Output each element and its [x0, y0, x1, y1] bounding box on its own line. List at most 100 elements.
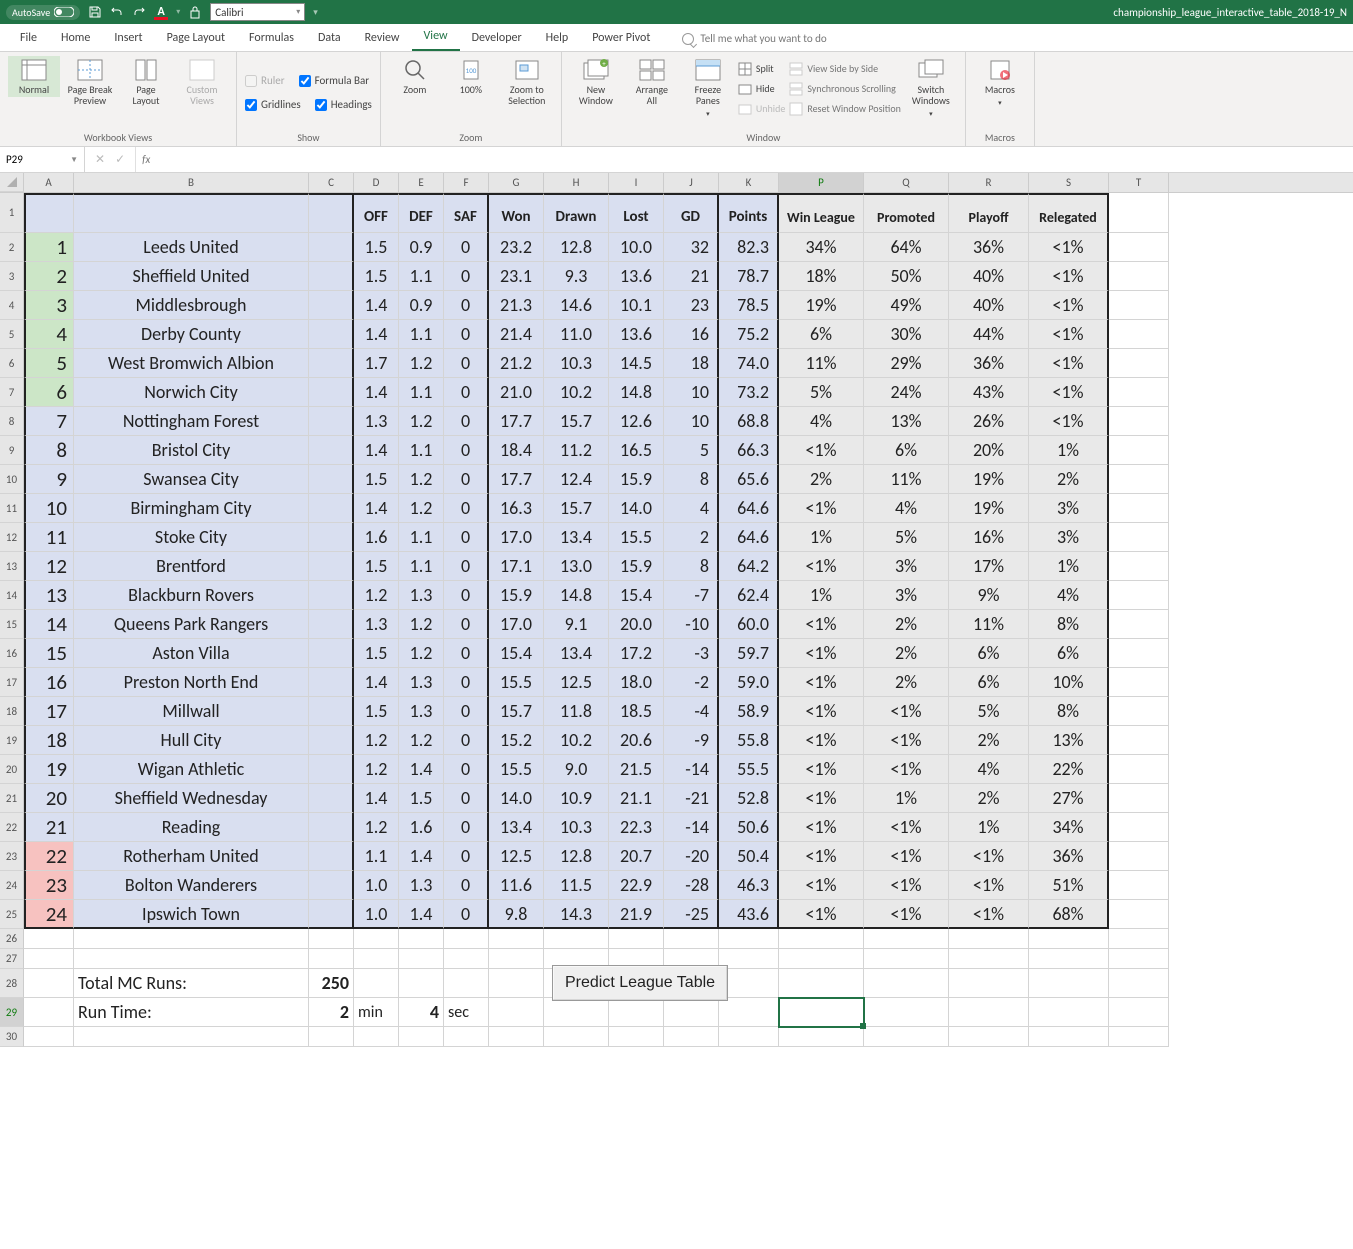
- def-cell[interactable]: 1.6: [399, 813, 444, 842]
- points-cell[interactable]: 82.3: [719, 233, 779, 262]
- playoff-cell[interactable]: 26%: [949, 407, 1029, 436]
- drawn-cell[interactable]: 10.9: [544, 784, 609, 813]
- team-cell[interactable]: Sheffield United: [74, 262, 309, 291]
- col-header-T[interactable]: T: [1109, 173, 1169, 192]
- cell[interactable]: [309, 494, 354, 523]
- lost-cell[interactable]: 20.0: [609, 610, 664, 639]
- row-header[interactable]: 10: [0, 465, 24, 494]
- lost-cell[interactable]: 17.2: [609, 639, 664, 668]
- won-cell[interactable]: 18.4: [489, 436, 544, 465]
- saf-cell[interactable]: 0: [444, 697, 489, 726]
- gd-cell[interactable]: -4: [664, 697, 719, 726]
- playoff-cell[interactable]: 17%: [949, 552, 1029, 581]
- team-cell[interactable]: Hull City: [74, 726, 309, 755]
- cell[interactable]: [309, 842, 354, 871]
- row-header[interactable]: 1: [0, 193, 24, 233]
- points-cell[interactable]: 43.6: [719, 900, 779, 929]
- pos-cell[interactable]: 18: [24, 726, 74, 755]
- row-header[interactable]: 11: [0, 494, 24, 523]
- winleague-cell[interactable]: <1%: [779, 436, 864, 465]
- off-cell[interactable]: 1.5: [354, 697, 399, 726]
- cell[interactable]: [309, 378, 354, 407]
- relegated-cell[interactable]: 1%: [1029, 552, 1109, 581]
- relegated-cell[interactable]: <1%: [1029, 378, 1109, 407]
- cell[interactable]: [1109, 697, 1169, 726]
- lost-cell[interactable]: 15.4: [609, 581, 664, 610]
- row-header[interactable]: 21: [0, 784, 24, 813]
- winleague-cell[interactable]: <1%: [779, 726, 864, 755]
- saf-cell[interactable]: 0: [444, 726, 489, 755]
- cell[interactable]: [74, 929, 309, 949]
- pos-cell[interactable]: 1: [24, 233, 74, 262]
- cell[interactable]: [719, 1027, 779, 1047]
- cell[interactable]: [354, 1027, 399, 1047]
- def-cell[interactable]: 1.1: [399, 378, 444, 407]
- saf-cell[interactable]: 0: [444, 494, 489, 523]
- relegated-cell[interactable]: 6%: [1029, 639, 1109, 668]
- cell[interactable]: [309, 813, 354, 842]
- saf-cell[interactable]: 0: [444, 407, 489, 436]
- cell[interactable]: [74, 1027, 309, 1047]
- relegated-cell[interactable]: <1%: [1029, 291, 1109, 320]
- cell[interactable]: [489, 998, 544, 1027]
- pos-cell[interactable]: 13: [24, 581, 74, 610]
- cell[interactable]: [399, 1027, 444, 1047]
- relegated-cell[interactable]: 68%: [1029, 900, 1109, 929]
- drawn-cell[interactable]: 12.8: [544, 233, 609, 262]
- promoted-cell[interactable]: <1%: [864, 726, 949, 755]
- cell[interactable]: [309, 291, 354, 320]
- gridlines-checkbox[interactable]: Gridlines: [245, 96, 301, 114]
- promoted-cell[interactable]: 6%: [864, 436, 949, 465]
- saf-cell[interactable]: 0: [444, 813, 489, 842]
- playoff-cell[interactable]: <1%: [949, 900, 1029, 929]
- row-header[interactable]: 22: [0, 813, 24, 842]
- cell[interactable]: [779, 949, 864, 969]
- def-cell[interactable]: 1.3: [399, 697, 444, 726]
- row-header[interactable]: 20: [0, 755, 24, 784]
- cell[interactable]: [544, 1027, 609, 1047]
- def-cell[interactable]: 1.3: [399, 581, 444, 610]
- gd-cell[interactable]: 5: [664, 436, 719, 465]
- lost-cell[interactable]: 22.9: [609, 871, 664, 900]
- cell[interactable]: [1109, 494, 1169, 523]
- won-cell[interactable]: 17.7: [489, 465, 544, 494]
- won-cell[interactable]: 14.0: [489, 784, 544, 813]
- cell[interactable]: [609, 998, 664, 1027]
- cell[interactable]: [1109, 784, 1169, 813]
- cell[interactable]: [1109, 436, 1169, 465]
- macros-button[interactable]: Macros▾: [974, 56, 1026, 110]
- team-cell[interactable]: Bristol City: [74, 436, 309, 465]
- won-cell[interactable]: 15.5: [489, 668, 544, 697]
- cell[interactable]: [1109, 842, 1169, 871]
- cell[interactable]: [309, 349, 354, 378]
- winleague-cell[interactable]: 5%: [779, 378, 864, 407]
- drawn-cell[interactable]: 10.3: [544, 813, 609, 842]
- lost-cell[interactable]: 22.3: [609, 813, 664, 842]
- def-cell[interactable]: 1.2: [399, 494, 444, 523]
- cell[interactable]: [1109, 969, 1169, 998]
- points-cell[interactable]: 64.2: [719, 552, 779, 581]
- relegated-cell[interactable]: 2%: [1029, 465, 1109, 494]
- playoff-cell[interactable]: 6%: [949, 668, 1029, 697]
- cell[interactable]: [1109, 998, 1169, 1027]
- gd-cell[interactable]: 8: [664, 465, 719, 494]
- team-cell[interactable]: Norwich City: [74, 378, 309, 407]
- relegated-cell[interactable]: 4%: [1029, 581, 1109, 610]
- row-header[interactable]: 6: [0, 349, 24, 378]
- tell-me-search[interactable]: Tell me what you want to do: [682, 32, 826, 51]
- pos-cell[interactable]: 23: [24, 871, 74, 900]
- gd-cell[interactable]: -20: [664, 842, 719, 871]
- lost-cell[interactable]: 21.5: [609, 755, 664, 784]
- cell[interactable]: [864, 969, 949, 998]
- lost-cell[interactable]: 16.5: [609, 436, 664, 465]
- winleague-cell[interactable]: 1%: [779, 581, 864, 610]
- drawn-cell[interactable]: 15.7: [544, 494, 609, 523]
- off-cell[interactable]: 1.7: [354, 349, 399, 378]
- playoff-cell[interactable]: 16%: [949, 523, 1029, 552]
- cell[interactable]: [444, 949, 489, 969]
- points-cell[interactable]: 74.0: [719, 349, 779, 378]
- tab-help[interactable]: Help: [534, 25, 581, 51]
- relegated-cell[interactable]: <1%: [1029, 233, 1109, 262]
- def-cell[interactable]: 1.1: [399, 436, 444, 465]
- cell[interactable]: [1109, 581, 1169, 610]
